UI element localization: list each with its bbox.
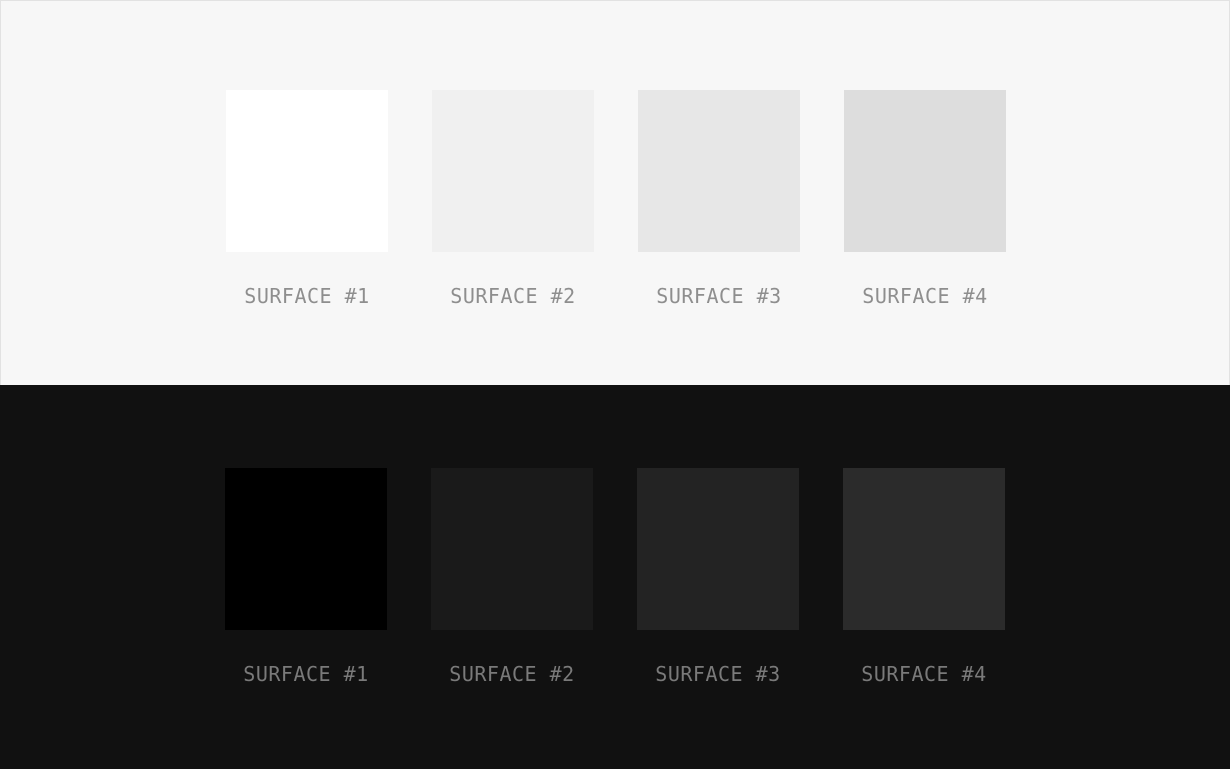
dark-swatch-3: SURFACE #3 bbox=[637, 468, 799, 687]
dark-swatch-4-color bbox=[843, 468, 1005, 630]
light-swatch-3-color bbox=[638, 90, 800, 252]
dark-swatch-4: SURFACE #4 bbox=[843, 468, 1005, 687]
light-swatch-1-label: SURFACE #1 bbox=[244, 284, 370, 308]
dark-swatch-2-color bbox=[431, 468, 593, 630]
dark-swatch-1-color bbox=[225, 468, 387, 630]
light-swatch-row: SURFACE #1 SURFACE #2 SURFACE #3 SURFACE… bbox=[226, 90, 1006, 309]
light-swatch-2: SURFACE #2 bbox=[432, 90, 594, 309]
light-swatch-2-label: SURFACE #2 bbox=[450, 284, 576, 308]
dark-swatch-1-label: SURFACE #1 bbox=[243, 662, 369, 686]
light-swatch-1: SURFACE #1 bbox=[226, 90, 388, 309]
dark-swatch-2-label: SURFACE #2 bbox=[449, 662, 575, 686]
light-swatch-1-color bbox=[226, 90, 388, 252]
light-theme-panel: SURFACE #1 SURFACE #2 SURFACE #3 SURFACE… bbox=[0, 0, 1230, 385]
light-swatch-3-label: SURFACE #3 bbox=[656, 284, 782, 308]
dark-swatch-1: SURFACE #1 bbox=[225, 468, 387, 687]
dark-swatch-3-color bbox=[637, 468, 799, 630]
dark-swatch-2: SURFACE #2 bbox=[431, 468, 593, 687]
light-swatch-3: SURFACE #3 bbox=[638, 90, 800, 309]
dark-swatch-4-label: SURFACE #4 bbox=[861, 662, 987, 686]
light-swatch-4-color bbox=[844, 90, 1006, 252]
dark-swatch-3-label: SURFACE #3 bbox=[655, 662, 781, 686]
light-swatch-4-label: SURFACE #4 bbox=[862, 284, 988, 308]
dark-theme-panel: SURFACE #1 SURFACE #2 SURFACE #3 SURFACE… bbox=[0, 385, 1230, 769]
dark-swatch-row: SURFACE #1 SURFACE #2 SURFACE #3 SURFACE… bbox=[225, 468, 1005, 687]
light-swatch-2-color bbox=[432, 90, 594, 252]
light-swatch-4: SURFACE #4 bbox=[844, 90, 1006, 309]
